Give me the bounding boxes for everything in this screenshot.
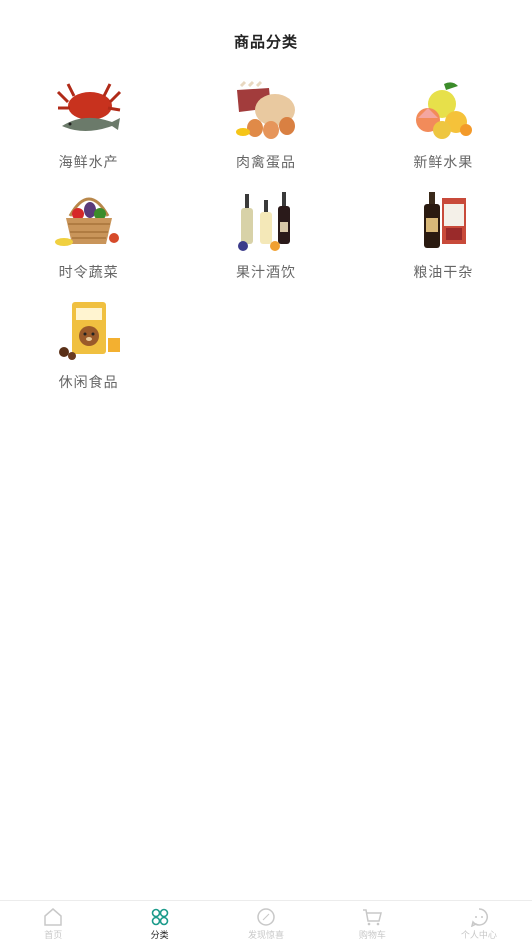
- category-grain-oil[interactable]: 粮油干杂: [355, 188, 532, 290]
- compass-icon: [256, 907, 276, 927]
- vegetables-basket-icon: [54, 188, 124, 254]
- seafood-icon: [54, 78, 124, 144]
- grain-oil-icon: [408, 188, 478, 254]
- tab-label: 个人中心: [460, 930, 497, 941]
- category-seafood[interactable]: 海鲜水产: [0, 78, 177, 180]
- category-label: 肉禽蛋品: [235, 155, 296, 171]
- bottom-tab-bar: 首页 分类 发现惊喜 购物车 个人中心: [0, 900, 532, 946]
- header: 商品分类: [0, 0, 532, 82]
- category-snacks[interactable]: 休闲食品: [0, 298, 177, 400]
- tab-label: 发现惊喜: [248, 930, 285, 941]
- page-title: 商品分类: [233, 32, 298, 51]
- snack-food-icon: [54, 298, 124, 364]
- tab-discover[interactable]: 发现惊喜: [213, 901, 319, 946]
- category-label: 粮油干杂: [413, 265, 474, 281]
- tab-label: 首页: [44, 930, 63, 941]
- tab-cart[interactable]: 购物车: [319, 901, 425, 946]
- fresh-fruit-icon: [408, 78, 478, 144]
- home-icon: [43, 907, 63, 927]
- category-page: 商品分类 海鲜水产 肉禽蛋品 新鲜水果 时令蔬菜 果汁酒饮 粮油干杂 休闲食品 …: [0, 0, 532, 946]
- cart-icon: [362, 907, 383, 927]
- category-meat[interactable]: 肉禽蛋品: [177, 78, 354, 180]
- category-label: 时令蔬菜: [58, 265, 119, 281]
- tab-label: 购物车: [358, 930, 386, 941]
- category-label: 休闲食品: [58, 375, 119, 391]
- tab-home[interactable]: 首页: [0, 901, 106, 946]
- category-wine-juice[interactable]: 果汁酒饮: [177, 188, 354, 290]
- category-grid: 海鲜水产 肉禽蛋品 新鲜水果 时令蔬菜 果汁酒饮 粮油干杂 休闲食品: [0, 78, 532, 400]
- category-label: 果汁酒饮: [235, 265, 296, 281]
- category-fruit[interactable]: 新鲜水果: [355, 78, 532, 180]
- category-label: 新鲜水果: [413, 155, 474, 171]
- chat-person-icon: [469, 907, 489, 927]
- meat-poultry-eggs-icon: [231, 78, 301, 144]
- tab-profile[interactable]: 个人中心: [426, 901, 532, 946]
- tab-label: 分类: [150, 930, 169, 941]
- tab-category[interactable]: 分类: [106, 901, 212, 946]
- category-icon: [150, 907, 170, 927]
- wine-juice-icon: [231, 188, 301, 254]
- category-label: 海鲜水产: [58, 155, 119, 171]
- category-vegetables[interactable]: 时令蔬菜: [0, 188, 177, 290]
